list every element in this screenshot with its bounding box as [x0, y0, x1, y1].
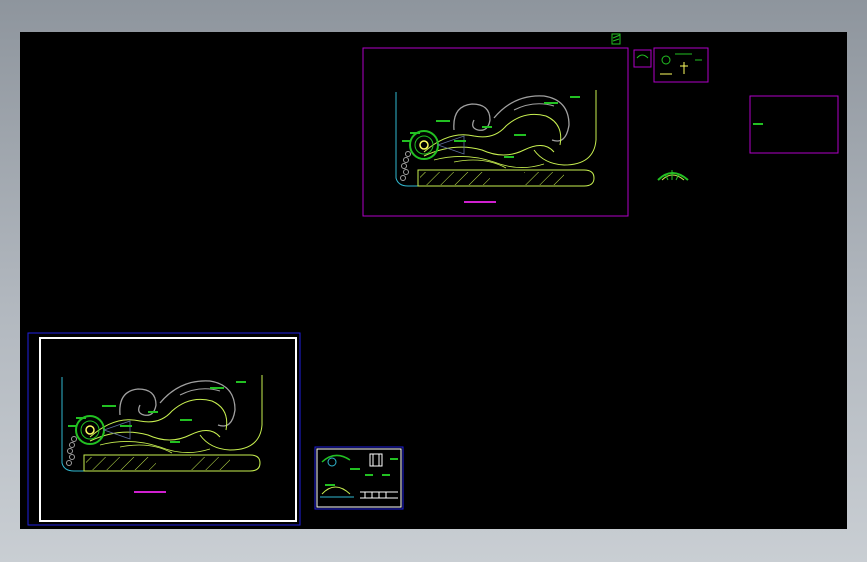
- cad-drawing-canvas: [27, 33, 839, 526]
- cad-viewport[interactable]: [20, 32, 847, 529]
- sheet-detail-section[interactable]: [314, 446, 404, 510]
- sheet-title-bar-bottom: [134, 491, 166, 493]
- sheet-right-empty[interactable]: [749, 95, 839, 154]
- sheet-title-bar: [464, 201, 496, 203]
- landscape-plan-bottom: [61, 374, 263, 472]
- tiny-symbol-1: [611, 33, 621, 45]
- fan-arc-detail: [657, 170, 689, 181]
- detail-sheet-small[interactable]: [633, 47, 709, 83]
- landscape-plan-top: [395, 89, 597, 187]
- sheet-top-plan[interactable]: [362, 47, 629, 217]
- sheet-bottom-plan[interactable]: [27, 332, 301, 526]
